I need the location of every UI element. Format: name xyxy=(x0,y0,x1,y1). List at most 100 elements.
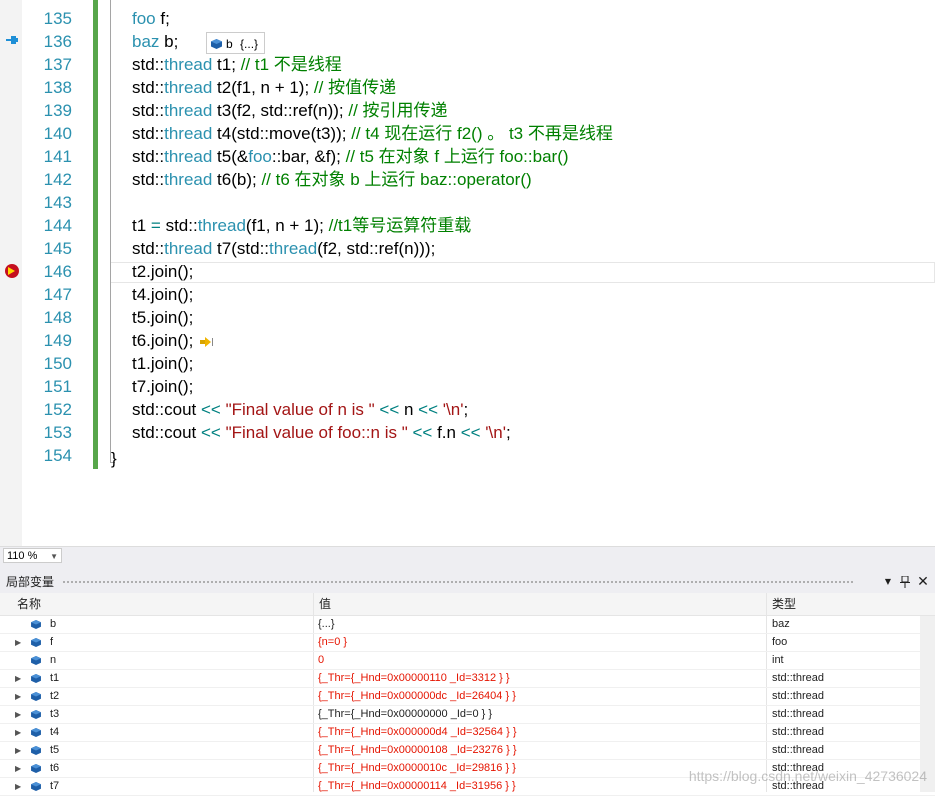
code-token: << xyxy=(200,400,221,419)
locals-row[interactable]: ▶ t4 {_Thr={_Hnd=0x000000d4 _Id=32564 } } s… xyxy=(0,724,935,742)
line-number: 151 xyxy=(43,377,72,396)
run-to-click-icon[interactable] xyxy=(199,336,215,348)
locals-row[interactable]: ▶ t3 {_Thr={_Hnd=0x00000000 _Id=0 } } std::… xyxy=(0,706,935,724)
code-token: t1 xyxy=(132,216,151,235)
code-token: t2.join(); xyxy=(132,262,194,281)
variable-value[interactable]: {_Thr={_Hnd=0x000000dc _Id=26404 } } xyxy=(318,688,516,705)
line-number: 143 xyxy=(43,193,72,212)
window-menu-chevron-icon[interactable]: ▼ xyxy=(880,574,896,590)
line-number: 142 xyxy=(43,170,72,189)
pinned-datatip-icon[interactable] xyxy=(6,35,18,45)
column-header-type[interactable]: 类型 xyxy=(772,593,796,615)
code-token: std:: xyxy=(132,147,165,166)
code-editor[interactable]: 135 136 137 138 139 140 141 142 143 144 145 146 147 1… xyxy=(0,0,935,546)
locals-row[interactable]: ▶ t1 {_Thr={_Hnd=0x00000110 _Id=3312 } } st… xyxy=(0,670,935,688)
variable-value[interactable]: {_Thr={_Hnd=0x00000000 _Id=0 } } xyxy=(318,706,492,723)
locals-row[interactable]: ▶ f {n=0 } foo xyxy=(0,634,935,652)
code-token: ; xyxy=(463,400,469,419)
expand-arrow-icon[interactable]: ▶ xyxy=(15,724,21,741)
code-line[interactable]: std::thread t6(b); // t6 在对象 b 上运行 baz::… xyxy=(132,168,532,191)
code-line[interactable]: std::thread t3(f2, std::ref(n)); // 按引用传… xyxy=(132,99,448,122)
code-line[interactable]: foo f; xyxy=(132,7,170,30)
code-token: //t1等号运算符重载 xyxy=(328,216,472,235)
line-number: 135 xyxy=(43,9,72,28)
locals-row[interactable]: n 0 int xyxy=(0,652,935,670)
code-line[interactable]: t6.join(); xyxy=(132,329,193,352)
current-line-highlight xyxy=(111,262,935,283)
variable-value[interactable]: {_Thr={_Hnd=0x0000010c _Id=29816 } } xyxy=(318,760,516,777)
code-token: t2(f1, n + 1); xyxy=(212,78,314,97)
variable-value[interactable]: {_Thr={_Hnd=0x000000d4 _Id=32564 } } xyxy=(318,724,517,741)
line-number: 154 xyxy=(43,446,72,465)
variable-value[interactable]: {n=0 } xyxy=(318,634,347,651)
variable-value[interactable]: {_Thr={_Hnd=0x00000110 _Id=3312 } } xyxy=(318,670,510,687)
code-token: << xyxy=(418,400,439,419)
code-line[interactable]: t4.join(); xyxy=(132,283,193,306)
outline-guide xyxy=(110,0,111,462)
variable-value[interactable]: {_Thr={_Hnd=0x00000108 _Id=23276 } } xyxy=(318,742,517,759)
locals-row[interactable]: ▶ t2 {_Thr={_Hnd=0x000000dc _Id=26404 } } s… xyxy=(0,688,935,706)
code-line[interactable]: std::thread t5(&foo::bar, &f); // t5 在对象… xyxy=(132,145,569,168)
code-token: thread xyxy=(164,78,213,97)
zoom-select[interactable]: 110 % ▼ xyxy=(3,548,62,563)
variable-name: t2 xyxy=(50,690,60,702)
code-line[interactable]: std::thread t1; // t1 不是线程 xyxy=(132,53,342,76)
code-line[interactable]: t7.join(); xyxy=(132,375,193,398)
expand-arrow-icon[interactable]: ▶ xyxy=(15,706,21,723)
code-line[interactable]: std::cout << "Final value of n is " << n… xyxy=(132,398,468,421)
splitter[interactable] xyxy=(0,564,935,572)
code-token: thread xyxy=(164,55,213,74)
local-variable-icon xyxy=(31,764,41,773)
expand-arrow-icon[interactable]: ▶ xyxy=(15,688,21,705)
line-number: 149 xyxy=(43,331,72,350)
expand-arrow-icon[interactable]: ▶ xyxy=(15,742,21,759)
code-line[interactable]: t2.join(); xyxy=(132,260,193,283)
expand-arrow-icon[interactable]: ▶ xyxy=(15,760,21,777)
variable-value[interactable]: {...} xyxy=(318,616,335,633)
local-variable-icon xyxy=(31,620,41,629)
code-token: baz xyxy=(132,32,160,51)
vertical-scrollbar[interactable] xyxy=(920,616,935,792)
code-token: = xyxy=(150,216,161,235)
code-token: std::cout xyxy=(132,400,201,419)
expand-arrow-icon[interactable]: ▶ xyxy=(15,778,21,795)
code-line[interactable]: t5.join(); xyxy=(132,306,193,329)
code-token: std:: xyxy=(132,78,165,97)
local-variable-icon xyxy=(31,728,41,737)
code-line[interactable]: std::thread t7(std::thread(f2, std::ref(… xyxy=(132,237,435,260)
pinned-datatip[interactable]: b {...} xyxy=(206,32,266,54)
code-line[interactable]: std::thread t2(f1, n + 1); // 按值传递 xyxy=(132,76,396,99)
code-line[interactable]: t1.join(); xyxy=(132,352,193,375)
line-number: 150 xyxy=(43,354,72,373)
expand-arrow-icon[interactable]: ▶ xyxy=(15,634,21,651)
local-variable-icon xyxy=(211,39,222,49)
code-token: t4(std::move(t3)); xyxy=(212,124,352,143)
locals-row[interactable]: ▶ t5 {_Thr={_Hnd=0x00000108 _Id=23276 } } s… xyxy=(0,742,935,760)
line-number: 139 xyxy=(43,101,72,120)
code-line[interactable]: t1 = std::thread(f1, n + 1); //t1等号运算符重载 xyxy=(132,214,471,237)
variable-value[interactable]: {_Thr={_Hnd=0x00000114 _Id=31956 } } xyxy=(318,778,516,795)
line-number: 153 xyxy=(43,423,72,442)
column-header-name[interactable]: 名称 xyxy=(17,593,41,615)
code-line[interactable]: std::thread t4(std::move(t3)); // t4 现在运… xyxy=(132,122,613,145)
code-line[interactable]: std::cout << "Final value of foo::n is "… xyxy=(132,421,511,444)
close-icon[interactable]: ✕ xyxy=(915,574,931,590)
code-token: // t5 在对象 f 上运行 foo::bar() xyxy=(345,147,569,166)
code-line[interactable]: baz b; xyxy=(132,30,178,53)
chevron-down-icon: ▼ xyxy=(50,552,58,561)
datatip-name: b xyxy=(226,37,233,51)
expand-arrow-icon[interactable]: ▶ xyxy=(15,670,21,687)
code-token: thread xyxy=(164,101,213,120)
locals-title-bar[interactable]: 局部变量 ▼ ✕ xyxy=(0,572,935,593)
variable-value[interactable]: 0 xyxy=(318,652,324,669)
watermark: https://blog.csdn.net/weixin_42736024 xyxy=(688,768,927,784)
breakpoint-current-line-icon[interactable] xyxy=(5,264,19,278)
locals-row[interactable]: b {...} baz xyxy=(0,616,935,634)
line-number: 147 xyxy=(43,285,72,304)
column-header-value[interactable]: 值 xyxy=(319,593,331,615)
pin-icon[interactable] xyxy=(897,574,913,590)
code-token: '\n' xyxy=(485,423,506,442)
line-number: 137 xyxy=(43,55,72,74)
code-token: thread xyxy=(164,170,213,189)
drag-grip[interactable] xyxy=(62,580,855,585)
